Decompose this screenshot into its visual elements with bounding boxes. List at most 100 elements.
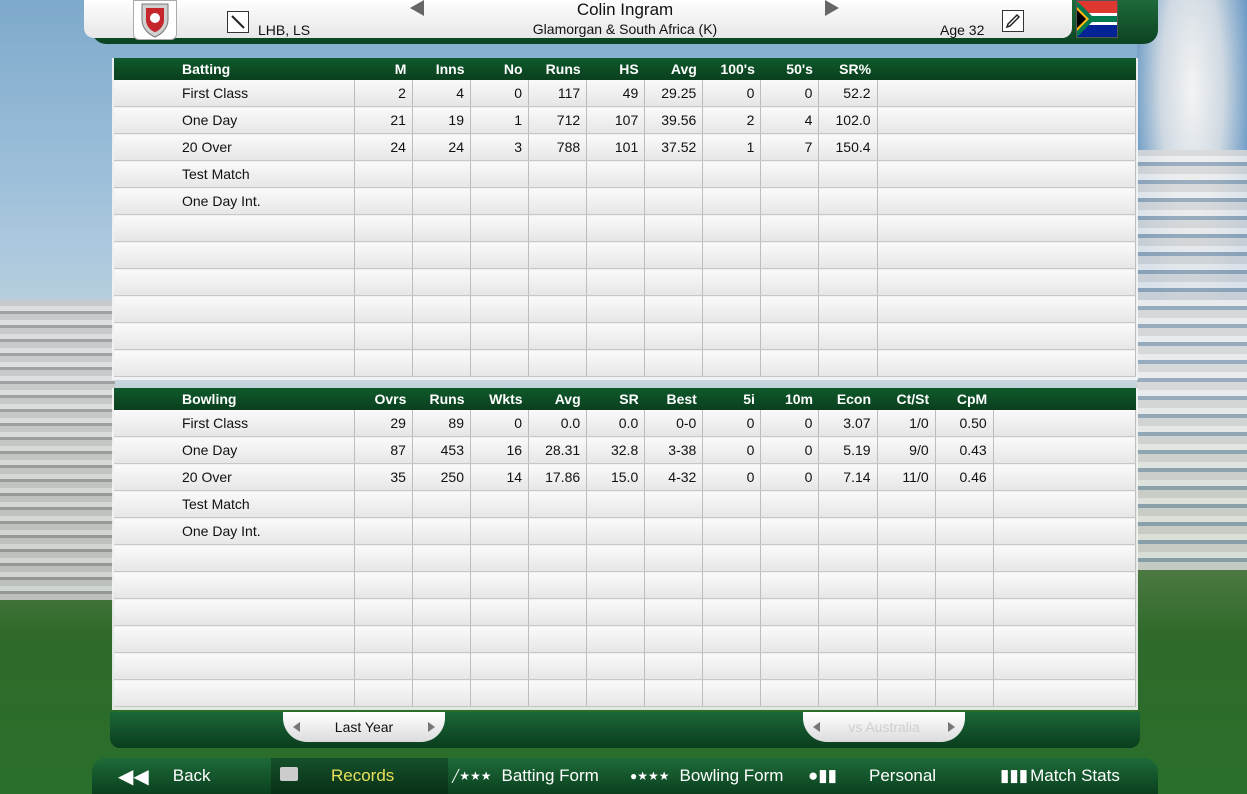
batting-cell-spacer	[877, 322, 1137, 350]
bowling-cell: First Class	[114, 410, 355, 437]
bowling-form-tab[interactable]: ●★★★ Bowling Form	[630, 758, 800, 794]
bowling-row[interactable]: Test Match	[114, 490, 1137, 518]
batting-row[interactable]	[114, 268, 1137, 296]
bowling-cell: 20 Over	[114, 463, 355, 491]
player-age: Age 32	[940, 22, 985, 38]
bowling-row[interactable]: One Day 87 453 16 28.31 32.8 3-38 0 0 5.19 9/0 0.43	[114, 436, 1137, 464]
bowling-cell	[818, 517, 878, 545]
batting-cell-spacer	[877, 214, 1137, 242]
bowling-row[interactable]	[114, 679, 1137, 707]
batting-cell: 0	[760, 80, 820, 107]
bowling-row[interactable]: First Class 29 89 0 0.0 0.0 0-0 0 0 3.07 1/0 0.50	[114, 410, 1137, 437]
bowling-cell: 16	[470, 436, 530, 464]
batting-row[interactable]: One Day Int.	[114, 187, 1137, 215]
bowling-cell	[877, 625, 936, 653]
batting-stats-table: Batting M Inns No Runs HS Avg 100's 50's SR% Firs…	[114, 58, 1137, 377]
bowling-row[interactable]	[114, 652, 1137, 680]
bowling-cell	[877, 679, 936, 707]
bowling-header-spacer	[993, 388, 1136, 410]
bowling-header-0: Bowling	[114, 388, 355, 410]
bowling-cell	[470, 625, 530, 653]
bowling-cell: 0.0	[528, 410, 588, 437]
batting-row[interactable]	[114, 214, 1137, 242]
bowling-cell	[935, 571, 994, 599]
bowling-header-8: 10m	[760, 388, 819, 410]
period-next-icon[interactable]	[428, 722, 435, 732]
batting-cell	[470, 187, 530, 215]
prev-player-arrow-icon[interactable]	[410, 0, 424, 16]
batting-row[interactable]: Test Match	[114, 160, 1137, 188]
personal-tab[interactable]: ●▮▮ Personal	[808, 758, 978, 794]
bowling-cell	[760, 571, 820, 599]
batting-header-row: Batting M Inns No Runs HS Avg 100's 50's SR%	[114, 58, 1136, 80]
next-player-arrow-icon[interactable]	[825, 0, 839, 16]
match-stats-tab[interactable]: ▮▮▮ Match Stats	[1000, 758, 1150, 794]
match-stats-icon: ▮▮▮	[1000, 766, 1029, 785]
bowling-cell: One Day Int.	[114, 517, 355, 545]
opponent-next-icon[interactable]	[948, 722, 955, 732]
bowling-cell: 0-0	[644, 410, 704, 437]
bowling-header-10: Ct/St	[877, 388, 936, 410]
player-team: Glamorgan & South Africa (K)	[532, 21, 718, 37]
back-arrow-icon: ◀◀	[118, 765, 149, 788]
edit-handedness-icon[interactable]	[227, 11, 249, 33]
opponent-prev-icon[interactable]	[813, 722, 820, 732]
batting-cell	[644, 295, 704, 323]
bowling-cell: 29	[354, 410, 413, 437]
bowling-row[interactable]	[114, 625, 1137, 653]
bowling-header-1: Ovrs	[354, 388, 413, 410]
bowling-cell	[114, 598, 355, 626]
bowling-cell: 0.46	[935, 463, 994, 491]
batting-cell	[586, 268, 646, 296]
batting-cell: 37.52	[644, 133, 704, 161]
bowling-cell: 5.19	[818, 436, 878, 464]
batting-cell	[818, 160, 878, 188]
batting-header-3: No	[470, 58, 529, 80]
bowling-form-icon: ●★★★	[630, 769, 670, 783]
batting-cell: 24	[354, 133, 413, 161]
batting-form-tab[interactable]: ╱★★★ Batting Form	[452, 758, 622, 794]
match-stats-label: Match Stats	[1030, 766, 1120, 785]
bowling-cell: 9/0	[877, 436, 936, 464]
period-selector[interactable]: Last Year	[283, 712, 445, 742]
batting-cell	[644, 268, 704, 296]
batting-cell	[760, 241, 820, 269]
bowling-row[interactable]: One Day Int.	[114, 517, 1137, 545]
batting-cell	[354, 160, 413, 188]
bowling-cell	[528, 571, 588, 599]
bowling-cell: 15.0	[586, 463, 646, 491]
bowling-cell	[877, 571, 936, 599]
batting-cell-spacer	[877, 295, 1137, 323]
bowling-row[interactable]	[114, 571, 1137, 599]
personal-icon: ●▮▮	[808, 766, 837, 785]
batting-row[interactable]: First Class 2 4 0 117 49 29.25 0 0 52.2	[114, 80, 1137, 107]
records-tab[interactable]: Records	[271, 758, 448, 794]
batting-cell	[470, 349, 530, 377]
batting-cell: 0	[470, 80, 530, 107]
opponent-selector[interactable]: vs Australia	[803, 712, 965, 742]
bowling-cell-spacer	[993, 436, 1137, 464]
bowling-cell	[935, 625, 994, 653]
bowling-row[interactable]	[114, 598, 1137, 626]
batting-row[interactable]	[114, 295, 1137, 323]
batting-row[interactable]	[114, 349, 1137, 377]
edit-player-icon[interactable]	[1002, 10, 1024, 32]
bowling-row[interactable]: 20 Over 35 250 14 17.86 15.0 4-32 0 0 7.14 11/0 0.4…	[114, 463, 1137, 491]
back-button[interactable]: ◀◀ Back	[118, 758, 268, 794]
batting-cell: 107	[586, 106, 646, 134]
bowling-cell	[354, 679, 413, 707]
bowling-cell	[586, 625, 646, 653]
bowling-cell	[586, 679, 646, 707]
batting-row[interactable]	[114, 241, 1137, 269]
batting-cell	[702, 295, 762, 323]
bowling-cell	[818, 679, 878, 707]
batting-row[interactable]	[114, 322, 1137, 350]
batting-cell: 2	[702, 106, 762, 134]
batting-row[interactable]: 20 Over 24 24 3 788 101 37.52 1 7 150.4	[114, 133, 1137, 161]
batting-row[interactable]: One Day 21 19 1 712 107 39.56 2 4 102.0	[114, 106, 1137, 134]
batting-cell: 49	[586, 80, 646, 107]
batting-cell	[818, 214, 878, 242]
bowling-row[interactable]	[114, 544, 1137, 572]
filter-bar	[110, 712, 1140, 748]
period-prev-icon[interactable]	[293, 722, 300, 732]
